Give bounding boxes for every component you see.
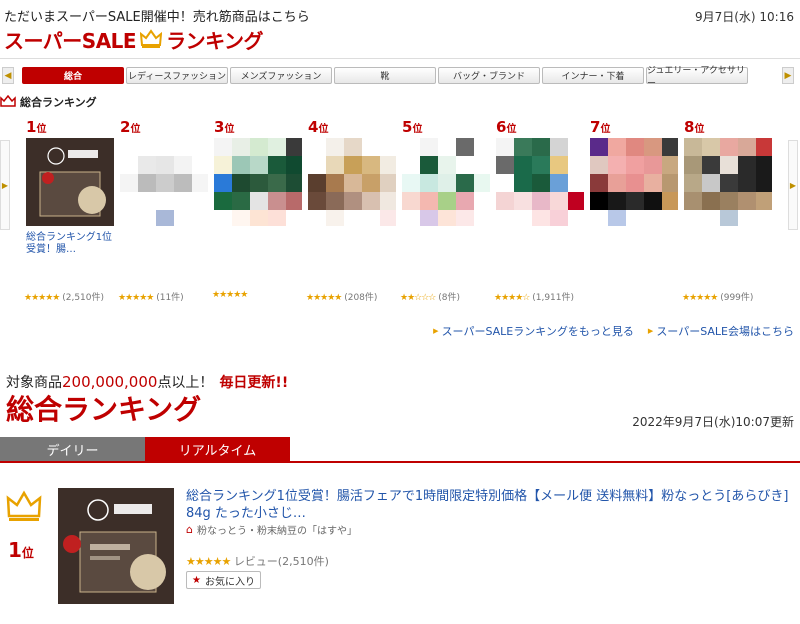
- daily-update-text: 毎日更新!!: [219, 375, 289, 391]
- ranking-links: スーパーSALEランキングをもっと見る スーパーSALE会場はこちら: [433, 323, 794, 339]
- product-image[interactable]: [26, 138, 114, 226]
- rank-number: 5位: [402, 118, 423, 136]
- rank-number: 3位: [214, 118, 235, 136]
- product-image[interactable]: [214, 138, 302, 226]
- section-heading: 総合ランキング: [0, 94, 97, 110]
- logo-text-ranking: ランキング: [166, 28, 263, 53]
- product-image[interactable]: [590, 138, 678, 226]
- product-review: ★★★★★ (208件): [306, 293, 378, 303]
- current-datetime: 9月7日(水) 10:16: [694, 10, 794, 24]
- gold-crown-icon: [6, 490, 42, 521]
- ranking-card-7[interactable]: 7位: [590, 114, 682, 304]
- rank-number: 4位: [308, 118, 329, 136]
- product-image[interactable]: [308, 138, 396, 226]
- product-image[interactable]: [684, 138, 772, 226]
- logo-text-sale: スーパーSALE: [4, 28, 137, 53]
- natto-package-image: [58, 488, 174, 604]
- product-title[interactable]: 総合ランキング1位受賞！腸…: [26, 232, 114, 256]
- item-title-link[interactable]: 総合ランキング1位受賞！腸活フェアで1時間限定特別価格【メール便 送料無料】粉な…: [186, 488, 792, 522]
- sale-venue-link[interactable]: スーパーSALE会場はこちら: [648, 323, 794, 339]
- rank-number: 6位: [496, 118, 517, 136]
- small-crown-icon: [0, 95, 16, 107]
- product-review: ★★★★★ (11件): [118, 293, 184, 303]
- section-title: 総合ランキング: [20, 96, 97, 109]
- tab-daily[interactable]: デイリー: [0, 437, 145, 461]
- rank-number: 1位: [26, 118, 47, 136]
- tab-inner-underwear[interactable]: インナー・下着: [542, 67, 644, 84]
- tab-overall[interactable]: 総合: [22, 67, 124, 84]
- item-product-image[interactable]: [58, 488, 174, 604]
- more-ranking-link[interactable]: スーパーSALEランキングをもっと見る: [433, 323, 634, 339]
- shop-name[interactable]: 粉なっとう・粉末納豆の「はすや」: [197, 522, 357, 537]
- tab-mens-fashion[interactable]: メンズファッション: [230, 67, 332, 84]
- item-rank-number: 1位: [8, 538, 34, 562]
- tab-shoes[interactable]: 靴: [334, 67, 436, 84]
- tabs-prev-arrow-icon[interactable]: ◀: [2, 67, 14, 84]
- product-image[interactable]: [402, 138, 490, 226]
- shop-house-icon: ⌂: [186, 523, 193, 536]
- sale-banner-text[interactable]: ただいまスーパーSALE開催中！売れ筋商品はこちら: [4, 6, 310, 25]
- product-review: ★★☆☆☆ (8件): [400, 293, 460, 303]
- review-count[interactable]: レビュー(2,510件): [234, 555, 329, 568]
- product-review: ★★★★★: [212, 290, 248, 300]
- ranking-card-1[interactable]: 1位 総合ランキング1位受賞！腸… ★★★★★ (2,510件): [24, 114, 118, 304]
- tabs-next-arrow-icon[interactable]: ▶: [782, 67, 794, 84]
- product-review: ★★★★☆ (1,911件): [494, 293, 575, 303]
- mode-tabs-underline: [0, 461, 800, 463]
- rank-number: 2位: [120, 118, 141, 136]
- header-divider: [0, 58, 800, 59]
- rank-number: 7位: [590, 118, 611, 136]
- super-sale-ranking-logo[interactable]: スーパーSALE ランキング: [4, 26, 263, 53]
- ranking-card-5[interactable]: 5位 ★★☆☆☆ (8件): [400, 114, 494, 304]
- ranking-card-8[interactable]: 8位 ★★★★★ (999件): [682, 114, 776, 304]
- ranking-mode-tabs: デイリー リアルタイム: [0, 437, 290, 461]
- product-review: ★★★★★ (999件): [682, 293, 754, 303]
- product-image[interactable]: [496, 138, 584, 226]
- rank-number: 8位: [684, 118, 705, 136]
- updated-timestamp: 2022年9月7日(水)10:07更新: [632, 415, 794, 429]
- item-shop[interactable]: ⌂ 粉なっとう・粉末納豆の「はすや」: [186, 522, 357, 537]
- ranking-card-4[interactable]: 4位 ★★★★★ (208件): [306, 114, 400, 304]
- tab-realtime[interactable]: リアルタイム: [145, 437, 290, 461]
- ranking-card-3[interactable]: 3位 ★★★★★: [212, 114, 306, 304]
- favorite-label: お気に入り: [204, 576, 255, 588]
- tab-bags-brand[interactable]: バッグ・ブランド: [438, 67, 540, 84]
- review-stars: ★★★★★: [186, 555, 231, 568]
- crown-icon: [140, 29, 163, 48]
- product-review: ★★★★★ (2,510件): [24, 293, 105, 303]
- ranking-carousel: 1位 総合ランキング1位受賞！腸… ★★★★★ (2,510件) 2位 ★★★★…: [0, 114, 800, 314]
- tab-jewelry-accessories[interactable]: ジュエリー・アクセサリー: [646, 66, 748, 89]
- product-image[interactable]: [120, 138, 208, 226]
- add-favorite-button[interactable]: ★ お気に入り: [186, 571, 261, 589]
- ranking-card-6[interactable]: 6位 ★★★★☆ (1,911件): [494, 114, 588, 304]
- ranking-card-2[interactable]: 2位 ★★★★★ (11件): [118, 114, 212, 304]
- favorite-star-icon: ★: [192, 574, 201, 586]
- tab-ladies-fashion[interactable]: レディースファッション: [126, 67, 228, 84]
- category-tab-strip: 総合 レディースファッション メンズファッション 靴 バッグ・ブランド インナー…: [22, 66, 748, 89]
- page-title: 総合ランキング: [6, 393, 202, 426]
- natto-package-image: [26, 138, 114, 226]
- item-review[interactable]: ★★★★★ レビュー(2,510件): [186, 553, 329, 569]
